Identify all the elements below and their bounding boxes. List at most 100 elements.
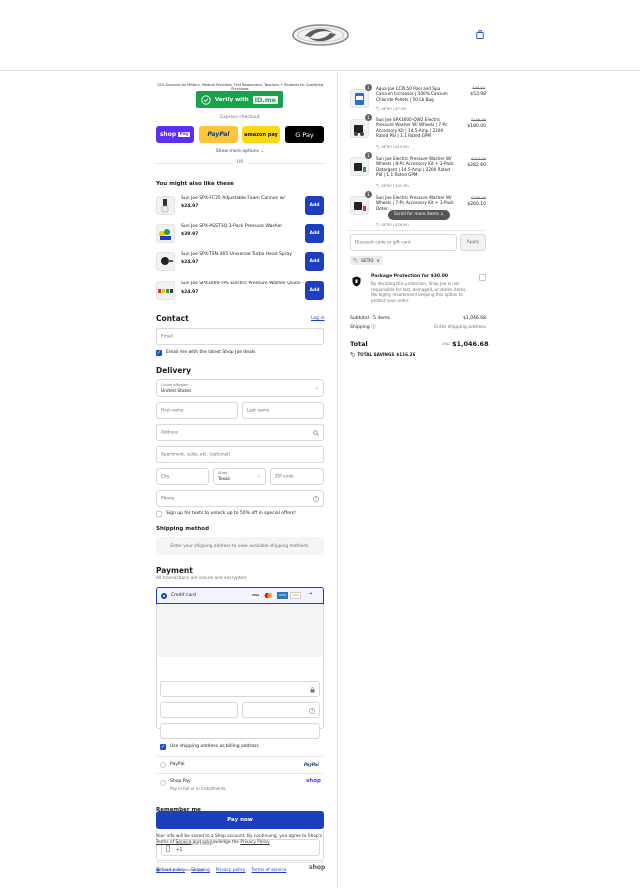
scroll-for-more-pill[interactable]: Scroll for more items ↓ bbox=[388, 210, 450, 220]
terms-link[interactable]: Terms of Service bbox=[156, 840, 191, 845]
upsell-item-price: $24.97 bbox=[181, 204, 199, 209]
add-upsell-button[interactable]: Add bbox=[305, 196, 324, 215]
shipping-value: Enter shipping address bbox=[434, 325, 486, 330]
pay-now-button[interactable]: Pay now bbox=[156, 811, 324, 829]
cart-item-qty-badge: 1 bbox=[365, 114, 372, 121]
shop-pay-radio[interactable] bbox=[160, 780, 166, 786]
add-upsell-button[interactable]: Add bbox=[305, 224, 324, 243]
legal-text: Your info will be saved to a Shop accoun… bbox=[156, 834, 326, 847]
first-name-field[interactable]: First name bbox=[156, 402, 238, 419]
shopping-bag-icon[interactable] bbox=[476, 30, 484, 39]
refund-policy-link[interactable]: Refund policy bbox=[156, 868, 185, 873]
terms-of-service-link[interactable]: Terms of service bbox=[251, 868, 286, 873]
country-select[interactable]: Country/Region United States ⌄ bbox=[156, 379, 324, 397]
order-summary: 1 Aqua Joe CCPL50 Pool and Spa Calcium I… bbox=[337, 72, 640, 888]
subtotal-label: Subtotal · 5 items bbox=[350, 316, 390, 321]
billing-same-checkbox[interactable]: ✓ bbox=[160, 744, 166, 750]
billing-same-label: Use shipping address as billing address bbox=[170, 744, 259, 749]
state-value: Texas bbox=[218, 477, 230, 482]
phone-field[interactable]: Phone ? bbox=[156, 490, 324, 507]
paypal-option-label[interactable]: PayPal bbox=[170, 762, 184, 768]
privacy-policy-link[interactable]: Privacy policy bbox=[216, 868, 246, 873]
address-field[interactable]: Address bbox=[156, 424, 324, 441]
product-thumbnail bbox=[156, 224, 175, 243]
sms-checkbox[interactable] bbox=[156, 511, 162, 517]
cart-item-old-price: $289.99 bbox=[471, 196, 486, 200]
paypal-express-button[interactable]: PayPal bbox=[199, 126, 238, 143]
country-label: Country/Region bbox=[161, 383, 189, 387]
sun-joe-logo[interactable] bbox=[292, 24, 349, 46]
info-icon[interactable]: ⓘ bbox=[371, 325, 376, 330]
cart-item-discount-code: GETIO (-$31.39) bbox=[381, 184, 409, 188]
shop-pay-option-label[interactable]: Shop Pay bbox=[170, 779, 191, 785]
privacy-link[interactable]: Privacy Policy bbox=[240, 840, 269, 845]
product-thumbnail bbox=[156, 281, 175, 300]
cart-item-old-price: $199.99 bbox=[471, 118, 486, 122]
show-more-options-link[interactable]: Show more options ⌄ bbox=[156, 149, 324, 154]
upsell-item-price: $24.97 bbox=[181, 260, 199, 265]
news-checkbox[interactable]: ✓ bbox=[156, 350, 162, 356]
help-icon[interactable]: ? bbox=[309, 708, 315, 714]
product-thumbnail bbox=[156, 196, 175, 215]
help-icon[interactable]: ? bbox=[313, 496, 319, 502]
google-pay-button[interactable]: G Pay bbox=[285, 126, 324, 143]
shop-pay-button[interactable]: shop Pay bbox=[156, 126, 194, 143]
last-name-placeholder: Last name bbox=[247, 408, 270, 413]
last-name-field[interactable]: Last name bbox=[242, 402, 324, 419]
divider bbox=[156, 862, 324, 863]
credit-card-option[interactable]: Credit card VISA AMEX DISC → bbox=[156, 587, 324, 604]
shield-check-icon bbox=[201, 94, 211, 105]
discount-placeholder: Discount code or gift card bbox=[355, 240, 411, 245]
payment-heading: Payment bbox=[156, 566, 193, 575]
shipping-method-note: Enter your shipping address to view avai… bbox=[156, 537, 324, 555]
cart-item-thumbnail bbox=[350, 196, 369, 215]
upsell-item-name: Sun Joe SPX-FC35 Adjustable Foam Cannon … bbox=[181, 196, 285, 201]
checkout-main: 15% Discount for Military, Medical Provi… bbox=[0, 72, 337, 888]
cart-item-name: Sun Joe Electric Pressure Washer W/ Whee… bbox=[376, 195, 454, 211]
close-icon[interactable]: ✕ bbox=[376, 256, 379, 265]
tag-icon: 🏷 bbox=[350, 352, 356, 357]
state-select[interactable]: State Texas ⌄ bbox=[213, 468, 266, 485]
total-value: $1,046.68 bbox=[452, 340, 489, 348]
shield-icon bbox=[352, 276, 361, 287]
upsell-item-price: $24.97 bbox=[181, 290, 199, 295]
zip-field[interactable]: ZIP code bbox=[270, 468, 324, 485]
upsell-item-name: Sun Joe SPX3000-TPS Electric Pressure Wa… bbox=[181, 281, 302, 286]
cart-item-qty-badge: 1 bbox=[365, 84, 372, 91]
apply-button[interactable]: Apply bbox=[460, 234, 486, 251]
apartment-field[interactable]: Apartment, suite, etc. (optional) bbox=[156, 446, 324, 463]
card-number-field[interactable] bbox=[160, 681, 320, 697]
cart-item-price: $53.98 bbox=[470, 92, 486, 97]
legal-text-2: and acknowledge the bbox=[192, 840, 239, 846]
zip-placeholder: ZIP code bbox=[275, 474, 294, 479]
cart-item-thumbnail bbox=[350, 89, 369, 108]
paypal-radio[interactable] bbox=[160, 762, 166, 768]
amazon-pay-button[interactable]: amazon pay bbox=[242, 126, 280, 143]
show-more-label: Show more options bbox=[215, 149, 259, 154]
shipping-link[interactable]: Shipping bbox=[191, 868, 210, 873]
add-upsell-button[interactable]: Add bbox=[305, 281, 324, 300]
cart-item-thumbnail bbox=[350, 157, 369, 176]
cvv-field[interactable]: ? bbox=[242, 702, 320, 718]
delivery-heading: Delivery bbox=[156, 366, 192, 375]
protection-toggle[interactable] bbox=[479, 274, 486, 281]
radio-selected[interactable] bbox=[161, 593, 167, 599]
name-on-card-field[interactable] bbox=[160, 723, 320, 739]
mobile-value: +1 bbox=[176, 848, 183, 853]
cart-item-discount-code: GETIO (-$28.99) bbox=[381, 223, 409, 227]
login-link[interactable]: Log in bbox=[311, 316, 325, 321]
city-placeholder: City bbox=[161, 474, 170, 479]
cart-item-discount: 🏷 GETIO (-$28.99) bbox=[376, 223, 409, 227]
legal-text-1: Your info will be saved to a Shop accoun… bbox=[156, 834, 323, 839]
discount-code-field[interactable]: Discount code or gift card bbox=[350, 234, 457, 251]
city-field[interactable]: City bbox=[156, 468, 209, 485]
expiry-field[interactable] bbox=[160, 702, 238, 718]
cart-item-price: $180.00 bbox=[467, 124, 486, 129]
cart-item-name: Sun Joe SPX3000-QW2 Electric Pressure Wa… bbox=[376, 117, 448, 139]
tag-icon: 🏷 bbox=[353, 258, 359, 263]
subtotal-value: $1,046.68 bbox=[463, 316, 486, 321]
add-upsell-button[interactable]: Add bbox=[305, 252, 324, 271]
state-label: State bbox=[218, 471, 228, 475]
email-field[interactable]: Email bbox=[156, 328, 324, 345]
idme-verify-button[interactable]: Verify with ID.me bbox=[196, 91, 283, 108]
